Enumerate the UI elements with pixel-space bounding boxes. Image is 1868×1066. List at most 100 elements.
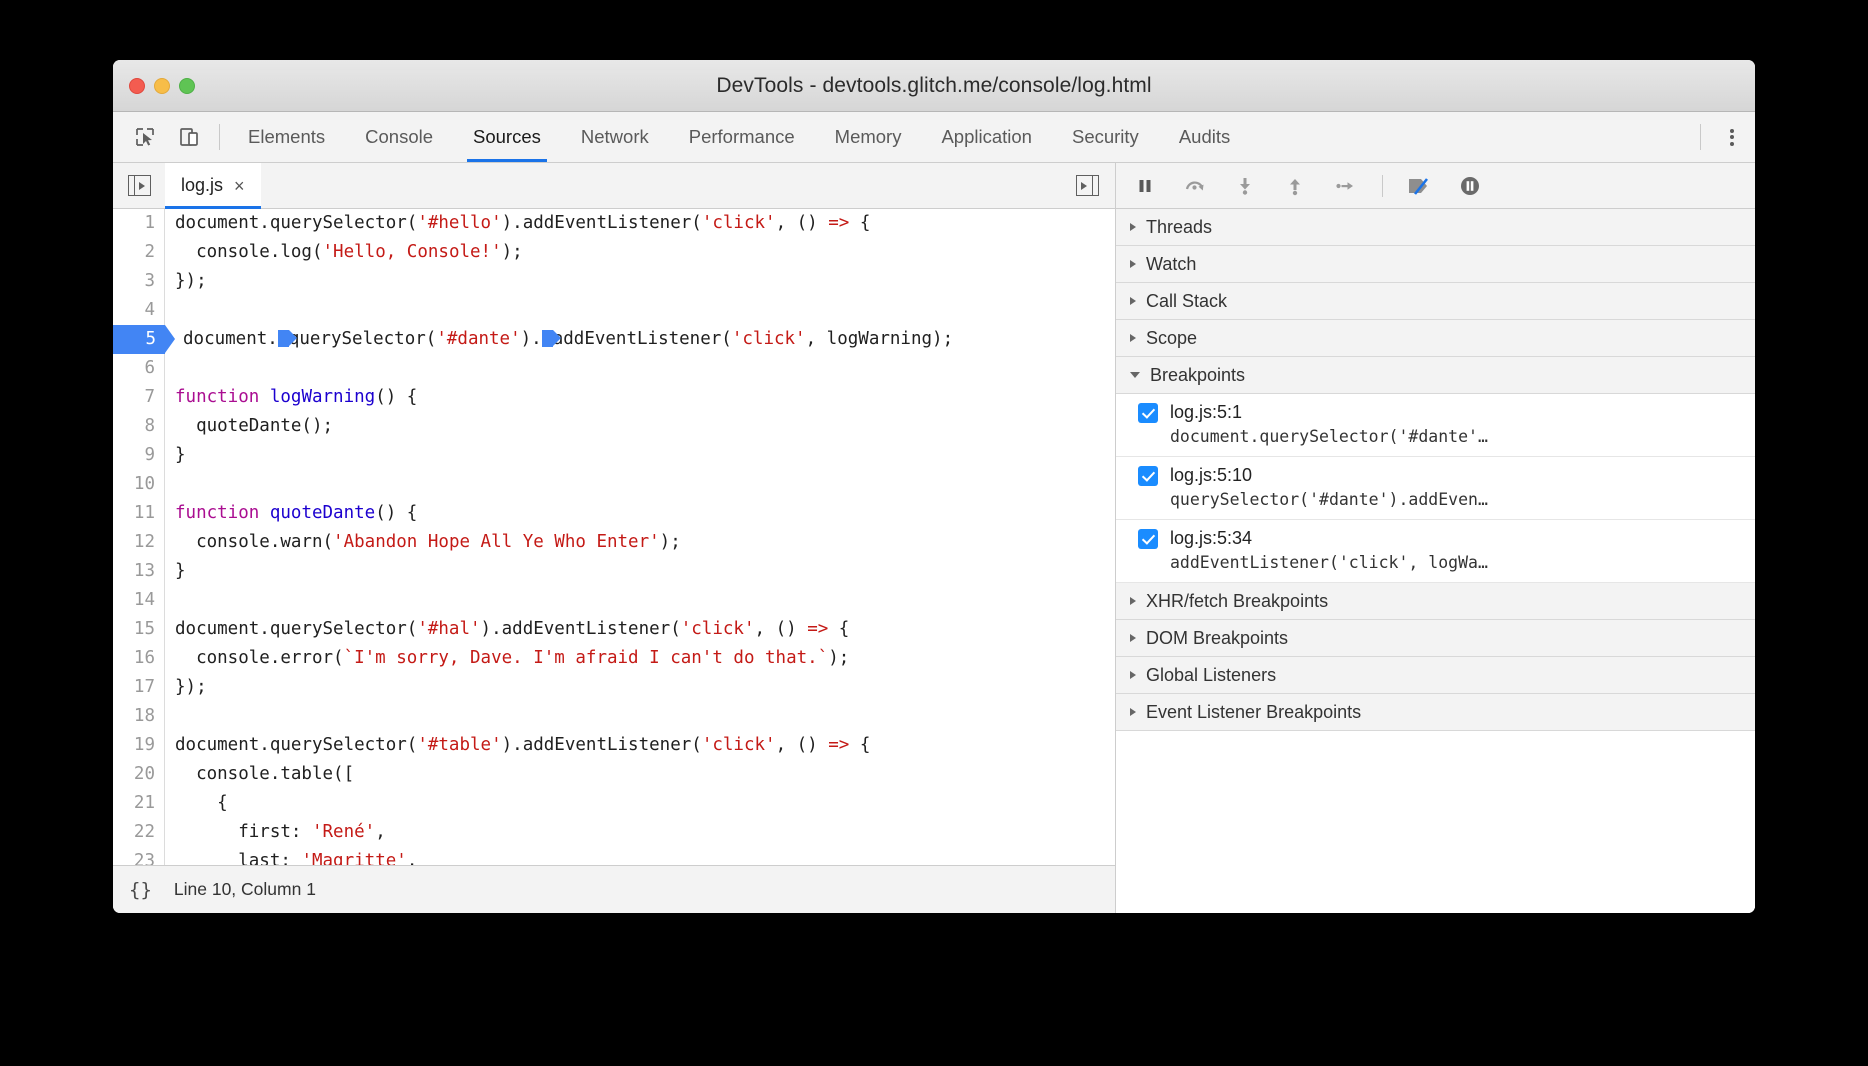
breakpoint-checkbox[interactable] (1138, 529, 1158, 549)
debug-toolbar-divider (1382, 175, 1383, 197)
line-number-gutter[interactable]: 7 (113, 383, 165, 412)
code-line: 18 (113, 702, 1115, 731)
tab-network[interactable]: Network (561, 112, 669, 162)
code-token: , logWarning); (806, 329, 954, 349)
show-navigator-icon[interactable] (113, 163, 165, 208)
device-toolbar-icon[interactable] (167, 112, 211, 162)
line-number-gutter[interactable]: 3 (113, 267, 165, 296)
tab-console[interactable]: Console (345, 112, 453, 162)
inspect-cursor-icon[interactable] (123, 112, 167, 162)
line-number-gutter[interactable]: 9 (113, 441, 165, 470)
line-number-gutter[interactable]: 13 (113, 557, 165, 586)
line-number-gutter[interactable]: 20 (113, 760, 165, 789)
devtools-window: DevTools - devtools.glitch.me/console/lo… (113, 60, 1755, 913)
deactivate-breakpoints-icon[interactable] (1405, 171, 1435, 201)
step-into-icon[interactable] (1230, 171, 1260, 201)
breakpoint-checkbox[interactable] (1138, 403, 1158, 423)
line-number-gutter[interactable]: 10 (113, 470, 165, 499)
chevron-right-icon (1130, 671, 1136, 679)
breakpoint-list-item[interactable]: log.js:5:1document.querySelector('#dante… (1116, 394, 1755, 457)
tab-security[interactable]: Security (1052, 112, 1159, 162)
chevron-right-icon (1130, 297, 1136, 305)
code-token: 'click' (681, 619, 755, 639)
tab-sources[interactable]: Sources (453, 112, 561, 162)
code-line: 13} (113, 557, 1115, 586)
file-tab-label: log.js (181, 175, 223, 196)
code-line: 7function logWarning() { (113, 383, 1115, 412)
sidebar-section-dom-breakpoints[interactable]: DOM Breakpoints (1116, 620, 1755, 657)
code-editor[interactable]: 1document.querySelector('#hello').addEve… (113, 209, 1115, 865)
show-debugger-icon[interactable] (1059, 163, 1115, 208)
step-icon[interactable] (1330, 171, 1360, 201)
chevron-right-icon (1130, 223, 1136, 231)
breakpoint-checkbox[interactable] (1138, 466, 1158, 486)
sources-panel-body: log.js × 1document.querySelector('#hello… (113, 163, 1755, 913)
code-line-text: document.querySelector('#hello').addEven… (165, 209, 1115, 238)
line-number-gutter[interactable]: 16 (113, 644, 165, 673)
sidebar-section-label: Event Listener Breakpoints (1146, 702, 1361, 723)
line-number-gutter[interactable]: 15 (113, 615, 165, 644)
inline-breakpoint-marker[interactable] (278, 330, 289, 347)
line-number-gutter[interactable]: 19 (113, 731, 165, 760)
code-token: } (175, 445, 186, 465)
file-tab-log-js[interactable]: log.js × (165, 163, 261, 208)
code-token: last: (175, 851, 301, 865)
kebab-menu-icon[interactable] (1709, 112, 1755, 162)
chevron-right-icon (1130, 260, 1136, 268)
code-token: } (175, 561, 186, 581)
tab-elements[interactable]: Elements (228, 112, 345, 162)
tab-memory[interactable]: Memory (815, 112, 922, 162)
breakpoint-list-item[interactable]: log.js:5:10querySelector('#dante').addEv… (1116, 457, 1755, 520)
sidebar-section-breakpoints[interactable]: Breakpoints (1116, 357, 1755, 394)
line-number-gutter[interactable]: 1 (113, 209, 165, 238)
line-number-gutter[interactable]: 5 (113, 325, 165, 354)
line-number-gutter[interactable]: 4 (113, 296, 165, 325)
code-line-text: { (165, 789, 1115, 818)
line-number-gutter[interactable]: 2 (113, 238, 165, 267)
inline-breakpoint-marker[interactable] (542, 330, 553, 347)
step-over-icon[interactable] (1180, 171, 1210, 201)
code-token: document. (183, 329, 278, 349)
sidebar-section-scope[interactable]: Scope (1116, 320, 1755, 357)
pause-icon[interactable] (1130, 171, 1160, 201)
tab-performance[interactable]: Performance (669, 112, 815, 162)
code-token: { (849, 213, 870, 233)
code-token: { (828, 619, 849, 639)
line-number-gutter[interactable]: 12 (113, 528, 165, 557)
code-line: 3}); (113, 267, 1115, 296)
pretty-print-button[interactable]: {} (129, 879, 152, 901)
breakpoint-location: log.js:5:1 (1170, 402, 1242, 423)
close-icon[interactable]: × (234, 177, 245, 195)
code-token: '#hal' (417, 619, 480, 639)
breakpoint-list-item[interactable]: log.js:5:34addEventListener('click', log… (1116, 520, 1755, 583)
sidebar-section-event-listener-breakpoints[interactable]: Event Listener Breakpoints (1116, 694, 1755, 731)
line-number-gutter[interactable]: 11 (113, 499, 165, 528)
pause-on-exceptions-icon[interactable] (1455, 171, 1485, 201)
tab-audits[interactable]: Audits (1159, 112, 1250, 162)
sidebar-section-threads[interactable]: Threads (1116, 209, 1755, 246)
step-out-icon[interactable] (1280, 171, 1310, 201)
sidebar-section-call-stack[interactable]: Call Stack (1116, 283, 1755, 320)
minimize-window-button[interactable] (154, 78, 170, 94)
line-number-gutter[interactable]: 14 (113, 586, 165, 615)
sidebar-section-xhr-fetch-breakpoints[interactable]: XHR/fetch Breakpoints (1116, 583, 1755, 620)
zoom-window-button[interactable] (179, 78, 195, 94)
line-number-gutter[interactable]: 17 (113, 673, 165, 702)
sidebar-section-watch[interactable]: Watch (1116, 246, 1755, 283)
cursor-position-label: Line 10, Column 1 (174, 879, 316, 900)
code-line: 16 console.error(`I'm sorry, Dave. I'm a… (113, 644, 1115, 673)
line-number-gutter[interactable]: 8 (113, 412, 165, 441)
code-token: querySelector( (289, 329, 437, 349)
code-line: 23 last: 'Magritte', (113, 847, 1115, 865)
line-number-gutter[interactable]: 23 (113, 847, 165, 865)
line-number-gutter[interactable]: 6 (113, 354, 165, 383)
sidebar-section-global-listeners[interactable]: Global Listeners (1116, 657, 1755, 694)
tab-application[interactable]: Application (921, 112, 1052, 162)
line-number-gutter[interactable]: 22 (113, 818, 165, 847)
code-token: , () (776, 213, 829, 233)
close-window-button[interactable] (129, 78, 145, 94)
code-line-text: function logWarning() { (165, 383, 1115, 412)
code-token: function (175, 387, 259, 407)
line-number-gutter[interactable]: 21 (113, 789, 165, 818)
line-number-gutter[interactable]: 18 (113, 702, 165, 731)
